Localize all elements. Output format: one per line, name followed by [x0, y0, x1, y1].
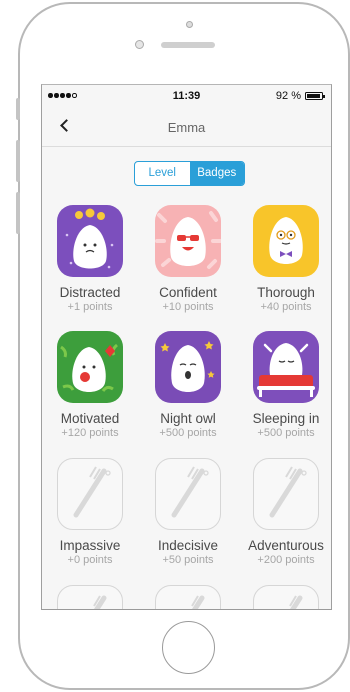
battery-icon: [305, 92, 325, 100]
battery-percentage: 92 %: [275, 90, 301, 102]
night-owl-badge-icon: [155, 331, 221, 403]
badge-partial[interactable]: [238, 585, 331, 609]
badge-confident[interactable]: Confident +10 points: [140, 205, 236, 313]
badge-thorough[interactable]: Thorough +40 points: [238, 205, 331, 313]
locked-toothbrush-icon: [57, 458, 123, 530]
nav-bar: Emma: [42, 107, 331, 147]
status-bar: 11:39 92 %: [42, 85, 331, 107]
locked-toothbrush-icon: [155, 585, 221, 609]
proximity-sensor: [186, 21, 193, 28]
badge-name: Sleeping in: [252, 411, 320, 426]
badge-adventurous[interactable]: Adventurous +200 points: [238, 458, 331, 566]
badge-name: Night owl: [160, 411, 216, 426]
badge-points: +500 points: [257, 427, 315, 439]
sleeping-in-badge-icon: [253, 331, 319, 403]
badge-name: Motivated: [60, 411, 120, 426]
badge-points: +120 points: [61, 427, 119, 439]
locked-toothbrush-icon: [57, 585, 123, 609]
badge-name: Adventurous: [248, 538, 324, 553]
badge-night-owl[interactable]: Night owl +500 points: [140, 331, 236, 439]
confident-badge-icon: [155, 205, 221, 277]
volume-down-button: [16, 192, 20, 234]
locked-toothbrush-icon: [253, 458, 319, 530]
distracted-badge-icon: [57, 205, 123, 277]
badge-points: +1 points: [67, 301, 113, 313]
badge-points: +50 points: [162, 554, 214, 566]
badge-motivated[interactable]: Motivated +120 points: [42, 331, 138, 439]
badge-sleeping-in[interactable]: Sleeping in +500 points: [238, 331, 331, 439]
app-screen: 11:39 92 % Emma Level Badges Distracted …: [41, 84, 332, 610]
badge-name: Confident: [159, 285, 217, 300]
level-badges-segmented-control: Level Badges: [134, 161, 245, 186]
badge-name: Indecisive: [157, 538, 219, 553]
badge-impassive[interactable]: Impassive +0 points: [42, 458, 138, 566]
badge-name: Distracted: [59, 285, 121, 300]
volume-up-button: [16, 140, 20, 182]
badge-indecisive[interactable]: Indecisive +50 points: [140, 458, 236, 566]
badge-name: Thorough: [257, 285, 315, 300]
badge-points: +500 points: [159, 427, 217, 439]
earpiece-speaker: [161, 42, 215, 48]
badge-points: +40 points: [260, 301, 312, 313]
page-title: Emma: [167, 120, 206, 135]
badge-name: Impassive: [59, 538, 121, 553]
badge-points: +0 points: [67, 554, 113, 566]
badge-points: +200 points: [257, 554, 315, 566]
segment-level[interactable]: Level: [135, 162, 190, 185]
badge-points: +10 points: [162, 301, 214, 313]
locked-toothbrush-icon: [155, 458, 221, 530]
locked-toothbrush-icon: [253, 585, 319, 609]
badge-distracted[interactable]: Distracted +1 points: [42, 205, 138, 313]
mute-switch: [16, 98, 20, 120]
badge-partial[interactable]: [42, 585, 138, 609]
home-button[interactable]: [162, 621, 215, 674]
badge-partial[interactable]: [140, 585, 236, 609]
thorough-badge-icon: [253, 205, 319, 277]
segment-badges[interactable]: Badges: [189, 162, 244, 185]
motivated-badge-icon: [57, 331, 123, 403]
front-camera: [135, 40, 144, 49]
